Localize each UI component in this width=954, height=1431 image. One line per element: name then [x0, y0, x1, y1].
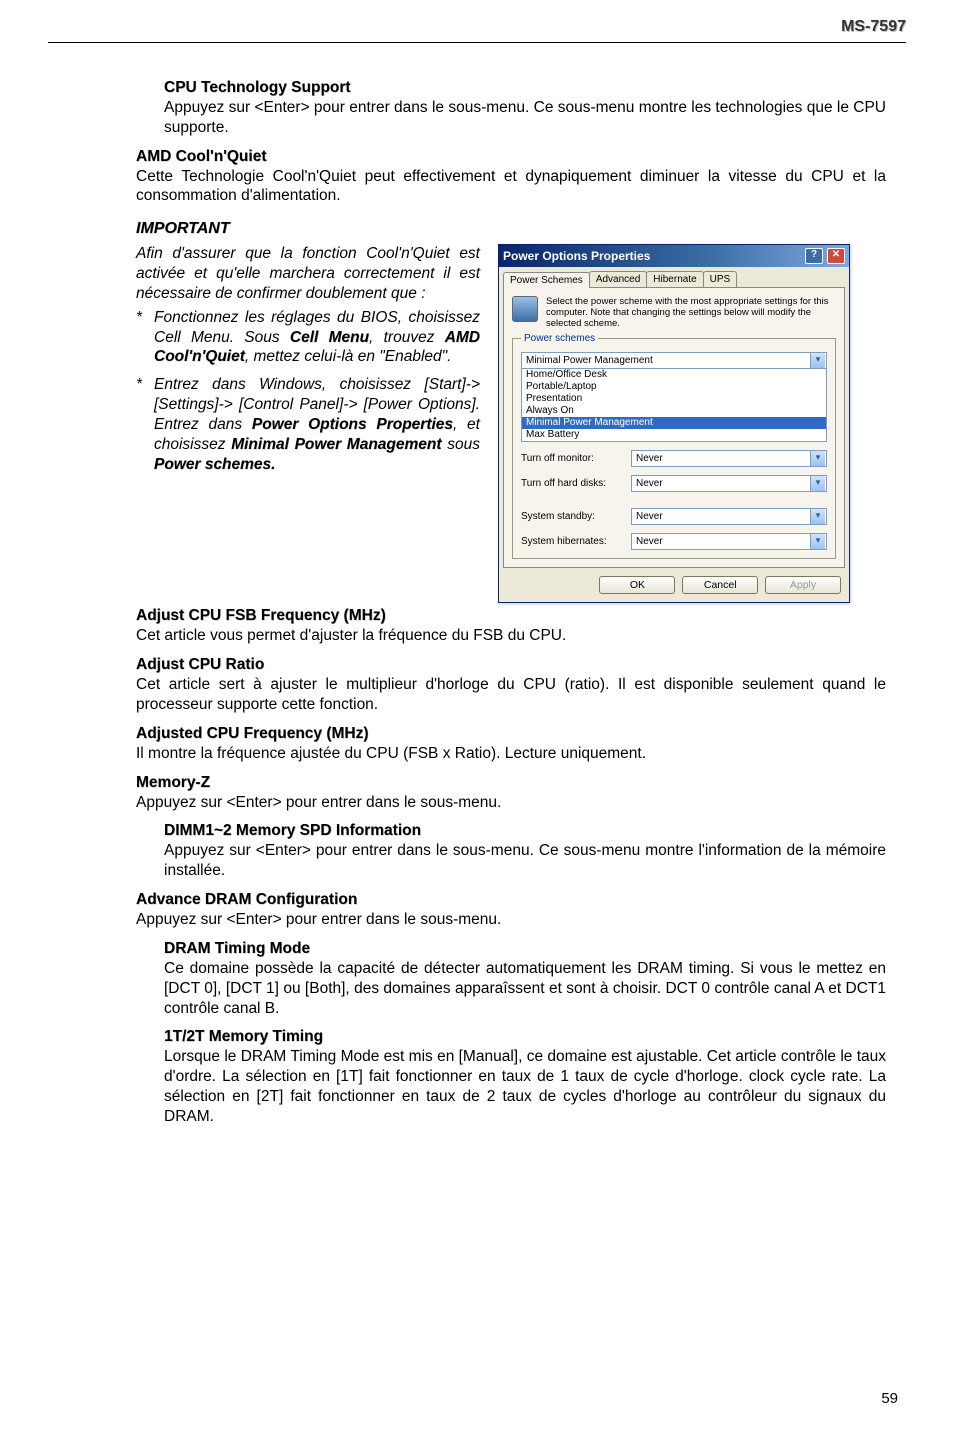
select-system-hibernates[interactable]: Never▾	[631, 533, 827, 550]
header-rule	[48, 42, 906, 43]
body-dram-timing-mode: Ce domaine possède la capacité de détect…	[164, 959, 886, 1018]
body-adjust-cpu-ratio: Cet article sert à ajuster le multiplieu…	[136, 675, 886, 715]
bullet-star-icon: *	[136, 375, 150, 395]
tab-power-schemes[interactable]: Power Schemes	[503, 272, 590, 288]
body-adjust-cpu-fsb-frequency: Cet article vous permet d'ajuster la fré…	[136, 626, 886, 646]
list-item[interactable]: Home/Office Desk	[522, 369, 826, 381]
content-column: CPU Technology Support Appuyez sur <Ente…	[48, 79, 906, 1127]
chevron-down-icon: ▾	[810, 476, 825, 491]
list-item[interactable]: Presentation	[522, 393, 826, 405]
dialog-title: Power Options Properties	[503, 249, 801, 263]
dialog-button-row: OK Cancel Apply	[499, 572, 849, 602]
label-system-hibernates: System hibernates:	[521, 536, 621, 547]
important-two-column: Afin d'assurer que la fonction Cool'n'Qu…	[136, 244, 886, 603]
important-bullet-2: * Entrez dans Windows, choisissez [Start…	[136, 375, 480, 474]
body-adjusted-cpu-frequency: Il montre la fréquence ajustée du CPU (F…	[136, 744, 886, 764]
list-item[interactable]: Max Battery	[522, 429, 826, 441]
heading-adjusted-cpu-frequency: Adjusted CPU Frequency (MHz)	[136, 725, 886, 743]
page-number: 59	[881, 1390, 898, 1407]
tab-advanced[interactable]: Advanced	[589, 271, 647, 287]
heading-1t2t-memory-timing: 1T/2T Memory Timing	[164, 1028, 886, 1046]
chevron-down-icon: ▾	[810, 509, 825, 524]
list-item[interactable]: Portable/Laptop	[522, 381, 826, 393]
row-turn-off-monitor: Turn off monitor: Never▾	[521, 450, 827, 467]
power-options-dialog: Power Options Properties ? ✕ Power Schem…	[498, 244, 850, 603]
body-advance-dram-configuration: Appuyez sur <Enter> pour entrer dans le …	[136, 910, 886, 930]
heading-adjust-cpu-ratio: Adjust CPU Ratio	[136, 656, 886, 674]
apply-button[interactable]: Apply	[765, 576, 841, 594]
scheme-listbox[interactable]: Home/Office Desk Portable/Laptop Present…	[521, 368, 827, 442]
scheme-select[interactable]: Minimal Power Management ▾	[521, 352, 827, 369]
label-turn-off-hdd: Turn off hard disks:	[521, 478, 621, 489]
scheme-select-value: Minimal Power Management	[526, 355, 653, 366]
heading-amd-coolnquiet: AMD Cool'n'Quiet	[136, 148, 886, 166]
heading-cpu-technology-support: CPU Technology Support	[164, 79, 886, 97]
document-page: MS-7597 CPU Technology Support Appuyez s…	[0, 0, 954, 1431]
dialog-panel: Select the power scheme with the most ap…	[503, 287, 845, 568]
chevron-down-icon: ▾	[810, 451, 825, 466]
heading-adjust-cpu-fsb-frequency: Adjust CPU FSB Frequency (MHz)	[136, 607, 886, 625]
bullet-star-icon: *	[136, 308, 150, 328]
body-dimm-spd: Appuyez sur <Enter> pour entrer dans le …	[164, 841, 886, 881]
important-text-column: Afin d'assurer que la fonction Cool'n'Qu…	[136, 244, 480, 482]
select-turn-off-hdd[interactable]: Never▾	[631, 475, 827, 492]
chevron-down-icon: ▾	[810, 353, 825, 368]
fieldset-power-schemes: Power schemes Minimal Power Management ▾…	[512, 333, 836, 559]
heading-memory-z: Memory-Z	[136, 774, 886, 792]
heading-advance-dram-configuration: Advance DRAM Configuration	[136, 891, 886, 909]
row-system-standby: System standby: Never▾	[521, 508, 827, 525]
body-amd-coolnquiet: Cette Technologie Cool'n'Quiet peut effe…	[136, 167, 886, 207]
heading-important: IMPORTANT	[136, 220, 886, 238]
select-system-standby[interactable]: Never▾	[631, 508, 827, 525]
select-turn-off-monitor[interactable]: Never▾	[631, 450, 827, 467]
dialog-tabs: Power Schemes Advanced Hibernate UPS	[499, 267, 849, 287]
important-bullet-1: * Fonctionnez les réglages du BIOS, choi…	[136, 308, 480, 367]
dialog-info-text: Select the power scheme with the most ap…	[546, 296, 836, 329]
legend-power-schemes: Power schemes	[521, 333, 598, 344]
heading-dimm-spd: DIMM1~2 Memory SPD Information	[164, 822, 886, 840]
heading-dram-timing-mode: DRAM Timing Mode	[164, 940, 886, 958]
row-turn-off-hdd: Turn off hard disks: Never▾	[521, 475, 827, 492]
close-button[interactable]: ✕	[827, 248, 845, 264]
tab-ups[interactable]: UPS	[703, 271, 738, 287]
body-cpu-technology-support: Appuyez sur <Enter> pour entrer dans le …	[164, 98, 886, 138]
chevron-down-icon: ▾	[810, 534, 825, 549]
dialog-titlebar[interactable]: Power Options Properties ? ✕	[499, 245, 849, 267]
label-turn-off-monitor: Turn off monitor:	[521, 453, 621, 464]
list-item[interactable]: Always On	[522, 405, 826, 417]
important-intro: Afin d'assurer que la fonction Cool'n'Qu…	[136, 244, 480, 303]
power-icon	[512, 296, 538, 322]
tab-hibernate[interactable]: Hibernate	[646, 271, 703, 287]
body-1t2t-memory-timing: Lorsque le DRAM Timing Mode est mis en […	[164, 1047, 886, 1126]
body-memory-z: Appuyez sur <Enter> pour entrer dans le …	[136, 793, 886, 813]
dialog-info-row: Select the power scheme with the most ap…	[512, 296, 836, 329]
help-button[interactable]: ?	[805, 248, 823, 264]
cancel-button[interactable]: Cancel	[682, 576, 758, 594]
ok-button[interactable]: OK	[599, 576, 675, 594]
header-model: MS-7597	[48, 18, 906, 36]
label-system-standby: System standby:	[521, 511, 621, 522]
list-item-selected[interactable]: Minimal Power Management	[522, 417, 826, 429]
row-system-hibernates: System hibernates: Never▾	[521, 533, 827, 550]
